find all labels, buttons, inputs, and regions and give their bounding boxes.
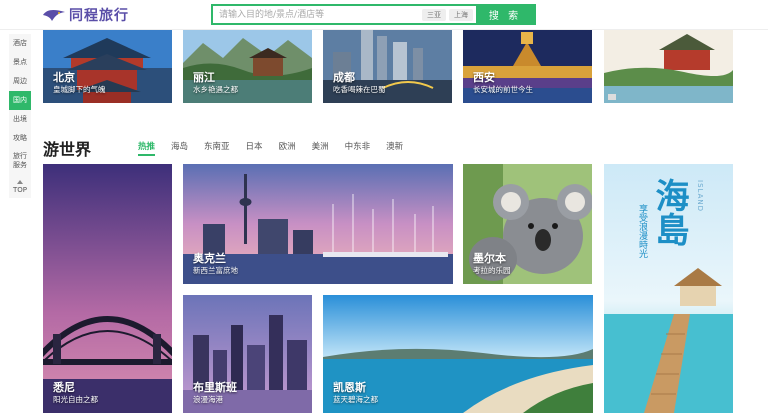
search-bar: 三亚 上海 搜 索 xyxy=(211,4,536,25)
destination-subtitle: 蓝天碧海之都 xyxy=(333,395,378,404)
destination-card-cairns[interactable]: 凯恩斯 蓝天碧海之都 xyxy=(323,295,593,413)
destination-card-sydney[interactable]: 悉尼 阳光自由之都 xyxy=(43,164,172,413)
destination-subtitle: 皇城脚下的气魄 xyxy=(53,85,106,94)
tab-hot[interactable]: 热推 xyxy=(138,140,156,156)
logo-text: 同程旅行 xyxy=(69,8,129,24)
banner-side-label: ISLAND xyxy=(696,180,704,212)
destination-card-brisbane[interactable]: 布里斯班 浪漫海港 xyxy=(183,295,312,413)
tab-island[interactable]: 海岛 xyxy=(171,140,188,156)
region-tabs: 热推 海岛 东南亚 日本 欧洲 美洲 中东非 澳新 xyxy=(138,140,419,156)
top-header: 同程旅行 三亚 上海 搜 索 xyxy=(0,0,768,30)
side-nav-outbound[interactable]: 出境 xyxy=(9,110,31,129)
tab-australia-nz[interactable]: 澳新 xyxy=(386,140,403,156)
hot-keyword-chip[interactable]: 三亚 xyxy=(422,8,446,21)
tab-southeast-asia[interactable]: 东南亚 xyxy=(204,140,230,156)
destination-subtitle: 吃香喝辣在巴蜀 xyxy=(333,85,386,94)
pavilion-photo xyxy=(604,28,733,103)
side-nav: 酒店 景点 周边 国内 出境 攻略 旅行服务 TOP xyxy=(9,34,31,198)
destination-title: 丽江 xyxy=(193,71,215,84)
side-nav-service[interactable]: 旅行服务 xyxy=(9,148,31,174)
tab-japan[interactable]: 日本 xyxy=(246,140,263,156)
back-to-top-label: TOP xyxy=(12,186,27,194)
destination-title: 墨尔本 xyxy=(473,252,506,265)
destination-subtitle: 考拉的乐园 xyxy=(473,266,511,275)
destination-subtitle: 长安城的前世今生 xyxy=(473,85,533,94)
side-nav-domestic[interactable]: 国内 xyxy=(9,91,31,110)
search-button[interactable]: 搜 索 xyxy=(476,6,534,23)
arrow-up-icon xyxy=(17,180,23,184)
side-nav-hotel[interactable]: 酒店 xyxy=(9,34,31,53)
hot-keyword-chip[interactable]: 上海 xyxy=(449,8,473,21)
tab-middle-east-africa[interactable]: 中东非 xyxy=(345,140,371,156)
destination-subtitle: 新西兰富庶地 xyxy=(193,266,238,275)
back-to-top-button[interactable]: TOP xyxy=(9,174,31,198)
destination-title: 北京 xyxy=(53,71,75,84)
destination-title: 成都 xyxy=(333,71,355,84)
section-title-world: 游世界 xyxy=(43,140,92,159)
logo-bird-icon xyxy=(43,10,65,21)
destination-card-xian[interactable]: 西安 长安城的前世今生 xyxy=(463,28,592,103)
destination-title: 悉尼 xyxy=(53,381,75,394)
destination-card-melbourne[interactable]: 墨尔本 考拉的乐园 xyxy=(463,164,592,284)
destination-title: 西安 xyxy=(473,71,495,84)
destination-card-auckland[interactable]: 奥克兰 新西兰富庶地 xyxy=(183,164,453,284)
tab-americas[interactable]: 美洲 xyxy=(312,140,329,156)
side-nav-guide[interactable]: 攻略 xyxy=(9,129,31,148)
destination-card-chengdu[interactable]: 成都 吃香喝辣在巴蜀 xyxy=(323,28,452,103)
destination-title: 奥克兰 xyxy=(193,252,226,265)
destination-card-beijing[interactable]: 北京 皇城脚下的气魄 xyxy=(43,28,172,103)
side-nav-nearby[interactable]: 周边 xyxy=(9,72,31,91)
banner-headline: 海島 xyxy=(649,178,689,246)
destination-card-lijiang[interactable]: 丽江 水乡艳遇之都 xyxy=(183,28,312,103)
sydney-photo xyxy=(43,164,172,413)
destination-title: 布里斯班 xyxy=(193,381,237,394)
search-input[interactable] xyxy=(213,6,422,23)
destination-card-pavilion[interactable] xyxy=(604,28,733,103)
destination-subtitle: 浪漫海港 xyxy=(193,395,223,404)
tab-europe[interactable]: 欧洲 xyxy=(279,140,296,156)
destination-subtitle: 阳光自由之都 xyxy=(53,395,98,404)
destination-subtitle: 水乡艳遇之都 xyxy=(193,85,238,94)
site-logo[interactable]: 同程旅行 xyxy=(42,5,129,25)
banner-tagline: 享受浪漫時光 xyxy=(637,204,647,258)
side-nav-scenic[interactable]: 景点 xyxy=(9,53,31,72)
island-promo-banner[interactable]: 海島 享受浪漫時光 ISLAND xyxy=(604,164,733,413)
destination-title: 凯恩斯 xyxy=(333,381,366,394)
